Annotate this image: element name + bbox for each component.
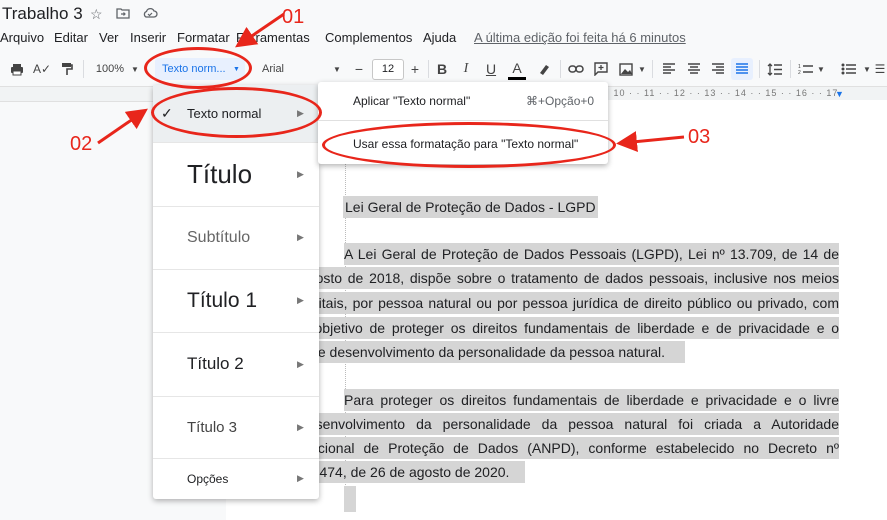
annotation-arrow-02 [97, 108, 148, 145]
annotation-arrow-03 [616, 131, 685, 153]
annotation-arrow-01 [235, 12, 285, 48]
annotation-label-03: 03 [688, 126, 711, 148]
annotation-label-02: 02 [70, 133, 93, 155]
annotation-label-01: 01 [282, 6, 305, 28]
annotation-arrows [97, 12, 685, 153]
